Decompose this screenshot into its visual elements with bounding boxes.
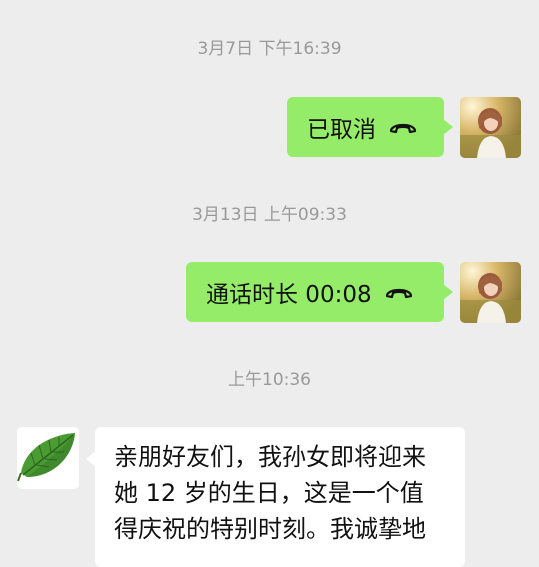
girl-photo-avatar [460,97,521,158]
avatar[interactable] [460,262,521,323]
message-text: 亲朋好友们，我孙女即将迎来她 12 岁的生日，这是一个值得庆祝的特别时刻。我诚挚… [114,443,426,543]
girl-photo-avatar [460,262,521,323]
phone-hangup-icon [385,288,412,299]
call-status-text: 已取消 [307,117,376,143]
call-duration-text: 通话时长 00:08 [206,282,372,308]
call-message-bubble[interactable]: 通话时长 00:08 [186,262,453,322]
phone-hangup-icon [389,123,417,134]
timestamp: 上午10:36 [228,370,311,390]
contact-avatar[interactable] [17,427,79,489]
green-leaf-avatar [17,427,79,489]
avatar[interactable] [460,97,521,158]
timestamp: 3月7日 下午16:39 [197,39,342,59]
call-message-bubble[interactable]: 已取消 [287,97,453,157]
timestamp: 3月13日 上午09:33 [192,205,347,225]
text-message-bubble[interactable]: 亲朋好友们，我孙女即将迎来她 12 岁的生日，这是一个值得庆祝的特别时刻。我诚挚… [86,427,465,567]
